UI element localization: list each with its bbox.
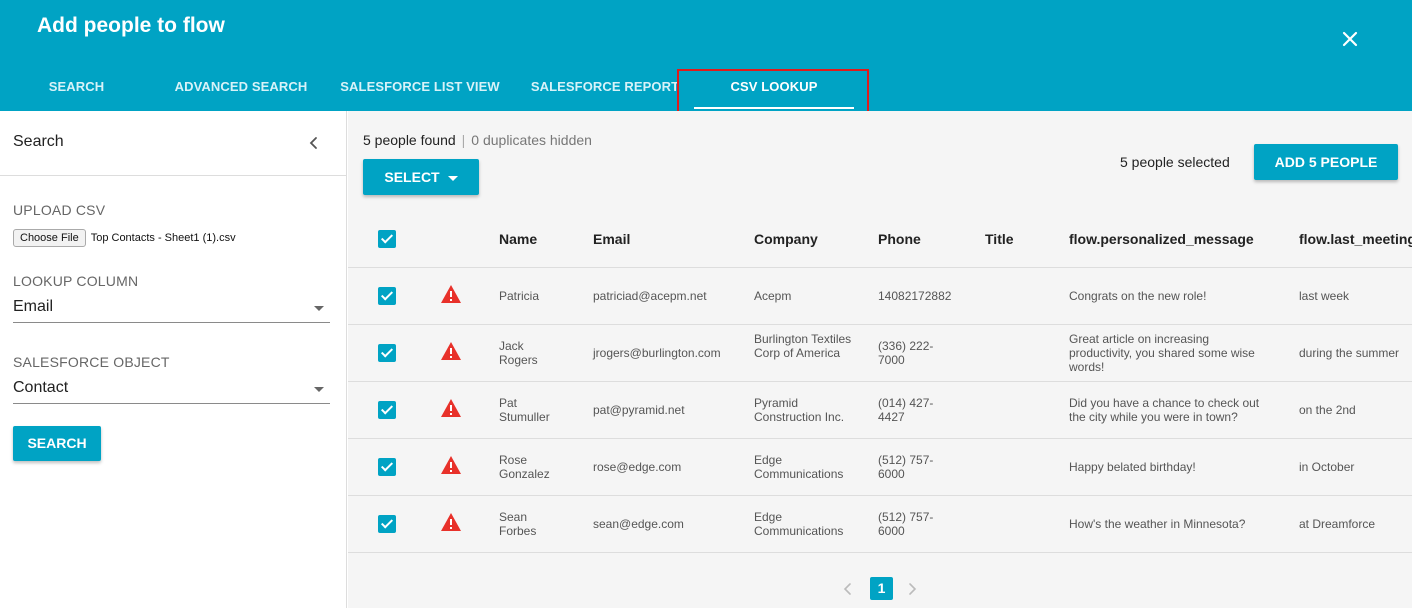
tab-bar: SEARCH ADVANCED SEARCH SALESFORCE LIST V… bbox=[0, 70, 1412, 111]
lookup-column-value: Email bbox=[13, 298, 54, 315]
cell-name: Sean Forbes bbox=[499, 510, 537, 538]
lookup-column-select[interactable]: Email bbox=[13, 295, 330, 323]
cell-company: Edge Communications bbox=[754, 510, 844, 538]
table-header: Name Email Company Phone Title flow.pers… bbox=[348, 211, 1412, 268]
cell-email: jrogers@burlington.com bbox=[593, 346, 721, 360]
close-icon[interactable] bbox=[1339, 28, 1361, 50]
row-checkbox[interactable] bbox=[378, 344, 396, 362]
cell-last-meeting: on the 2nd bbox=[1299, 403, 1356, 417]
table-row[interactable]: Jack Rogers jrogers@burlington.com Burli… bbox=[348, 325, 1412, 382]
cell-company: Acepm bbox=[754, 289, 792, 303]
people-found-count: 5 people found bbox=[363, 132, 456, 148]
select-button-label: SELECT bbox=[384, 169, 440, 185]
table-row[interactable]: Pat Stumuller pat@pyramid.net Pyramid Co… bbox=[348, 382, 1412, 439]
warning-icon[interactable] bbox=[440, 284, 462, 304]
cell-email: pat@pyramid.net bbox=[593, 403, 685, 417]
chevron-left-icon[interactable] bbox=[306, 135, 322, 151]
cell-company: Burlington Textiles Corp of America bbox=[754, 332, 852, 360]
chevron-left-icon[interactable] bbox=[842, 579, 854, 599]
sidebar-title: Search bbox=[13, 133, 64, 150]
cell-phone: (336) 222-7000 bbox=[878, 339, 934, 367]
cell-email: sean@edge.com bbox=[593, 517, 684, 531]
chevron-right-icon[interactable] bbox=[906, 579, 918, 599]
column-personalized-message[interactable]: flow.personalized_message bbox=[1069, 231, 1254, 247]
cell-message: Congrats on the new role! bbox=[1069, 289, 1207, 303]
cell-name: Patricia bbox=[499, 289, 540, 303]
salesforce-object-select[interactable]: Contact bbox=[13, 376, 330, 404]
warning-icon[interactable] bbox=[440, 455, 462, 475]
tab-salesforce-report[interactable]: SALESFORCE REPORT bbox=[525, 70, 685, 111]
row-checkbox[interactable] bbox=[378, 401, 396, 419]
warning-icon[interactable] bbox=[440, 398, 462, 418]
column-last-meeting[interactable]: flow.last_meeting bbox=[1299, 231, 1412, 247]
lookup-column-label: LOOKUP COLUMN bbox=[13, 273, 139, 289]
cell-phone: (014) 427-4427 bbox=[878, 396, 934, 424]
results-panel: 5 people found | 0 duplicates hidden SELEC… bbox=[348, 111, 1412, 608]
row-checkbox[interactable] bbox=[378, 287, 396, 305]
column-phone[interactable]: Phone bbox=[878, 231, 921, 247]
select-dropdown-button[interactable]: SELECT bbox=[363, 159, 479, 195]
row-checkbox[interactable] bbox=[378, 458, 396, 476]
warning-icon[interactable] bbox=[440, 341, 462, 361]
cell-email: rose@edge.com bbox=[593, 460, 682, 474]
caret-down-icon bbox=[447, 175, 458, 181]
selected-count: 5 people selected bbox=[1120, 154, 1230, 170]
row-checkbox[interactable] bbox=[378, 515, 396, 533]
choose-file-button[interactable]: Choose File bbox=[13, 229, 86, 247]
column-title[interactable]: Title bbox=[985, 231, 1014, 247]
page-number-current[interactable]: 1 bbox=[870, 577, 893, 600]
sidebar-header: Search bbox=[0, 111, 346, 176]
cell-phone: (512) 757-6000 bbox=[878, 453, 934, 481]
search-button[interactable]: SEARCH bbox=[13, 426, 101, 461]
add-people-button[interactable]: ADD 5 PEOPLE bbox=[1254, 144, 1398, 180]
column-name[interactable]: Name bbox=[499, 231, 537, 247]
salesforce-object-value: Contact bbox=[13, 379, 69, 396]
duplicates-hidden-count: 0 duplicates hidden bbox=[471, 132, 592, 148]
tab-salesforce-list-view[interactable]: SALESFORCE LIST VIEW bbox=[335, 70, 505, 111]
cell-phone: (512) 757-6000 bbox=[878, 510, 934, 538]
table-row[interactable]: Patricia patriciad@acepm.net Acepm 14082… bbox=[348, 268, 1412, 325]
cell-name: Jack Rogers bbox=[499, 339, 538, 367]
cell-phone: 14082172882 bbox=[878, 289, 952, 303]
cell-message: Did you have a chance to check out the c… bbox=[1069, 396, 1260, 424]
cell-message: Great article on increasing productivity… bbox=[1069, 332, 1255, 374]
cell-last-meeting: in October bbox=[1299, 460, 1355, 474]
select-all-checkbox[interactable] bbox=[378, 230, 396, 248]
warning-icon[interactable] bbox=[440, 512, 462, 532]
dialog-title: Add people to flow bbox=[37, 14, 225, 37]
results-summary: 5 people found | 0 duplicates hidden bbox=[363, 132, 592, 148]
column-email[interactable]: Email bbox=[593, 231, 630, 247]
file-name: Top Contacts - Sheet1 (1).csv bbox=[90, 232, 236, 244]
table-row[interactable]: Rose Gonzalez rose@edge.com Edge Communi… bbox=[348, 439, 1412, 496]
column-company[interactable]: Company bbox=[754, 231, 818, 247]
cell-message: Happy belated birthday! bbox=[1069, 460, 1196, 474]
cell-email: patriciad@acepm.net bbox=[593, 289, 707, 303]
cell-last-meeting: last week bbox=[1299, 289, 1350, 303]
cell-last-meeting: at Dreamforce bbox=[1299, 517, 1376, 531]
upload-csv-label: UPLOAD CSV bbox=[13, 202, 106, 218]
tab-search[interactable]: SEARCH bbox=[0, 70, 153, 111]
cell-name: Pat Stumuller bbox=[499, 396, 550, 424]
cell-company: Edge Communications bbox=[754, 453, 844, 481]
cell-company: Pyramid Construction Inc. bbox=[754, 396, 845, 424]
file-upload: Choose File Top Contacts - Sheet1 (1).cs… bbox=[13, 229, 236, 247]
salesforce-object-label: SALESFORCE OBJECT bbox=[13, 354, 170, 370]
cell-message: How's the weather in Minnesota? bbox=[1069, 517, 1246, 531]
cell-name: Rose Gonzalez bbox=[499, 453, 550, 481]
table-row[interactable]: Sean Forbes sean@edge.com Edge Communica… bbox=[348, 496, 1412, 553]
tab-advanced-search[interactable]: ADVANCED SEARCH bbox=[165, 70, 317, 111]
summary-divider: | bbox=[461, 132, 466, 148]
tab-csv-lookup[interactable]: CSV LOOKUP bbox=[694, 70, 854, 111]
search-sidebar: Search UPLOAD CSV Choose File Top Contac… bbox=[0, 111, 347, 608]
caret-down-icon bbox=[314, 306, 324, 311]
cell-last-meeting: during the summer bbox=[1299, 346, 1400, 360]
dialog-header: Add people to flow SEARCH ADVANCED SEARC… bbox=[0, 0, 1412, 111]
caret-down-icon bbox=[314, 387, 324, 392]
